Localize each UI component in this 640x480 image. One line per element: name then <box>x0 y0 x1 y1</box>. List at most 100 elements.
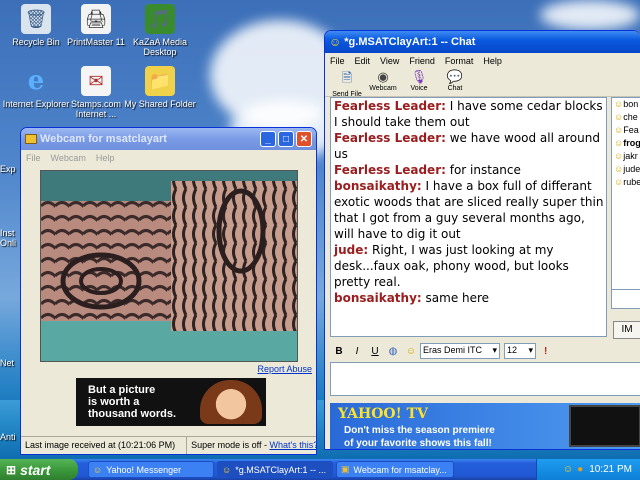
user-list-item[interactable]: ☺rube <box>612 176 640 189</box>
task-webcam[interactable]: ▣ Webcam for msatclay... <box>336 461 454 478</box>
desktop-icon-label: My Shared Folder <box>124 99 196 109</box>
webcam-titlebar[interactable]: Webcam for msatclayart _ □ ✕ <box>21 128 316 150</box>
desktop-edge-label: Net <box>0 358 15 368</box>
underline-button[interactable]: U <box>366 346 384 357</box>
message-sender: Fearless Leader: <box>334 163 446 177</box>
ad-brand: YAHOO! TV <box>338 406 428 422</box>
desktop-icon-label: Stamps.com Internet ... <box>70 99 121 119</box>
menu-help[interactable]: Help <box>91 153 120 163</box>
task-label: Yahoo! Messenger <box>106 464 182 475</box>
desktop-edge-label: Onli <box>0 238 17 248</box>
chat-messages-pane[interactable]: Fearless Leader: I have some cedar block… <box>330 97 607 337</box>
message-text: Right, I was just looking at my desk...f… <box>334 243 569 289</box>
size-select[interactable]: 12 ▾ <box>504 343 536 359</box>
whats-this-link[interactable]: What's this? <box>270 440 317 450</box>
yahoo-smiley-icon: ☺ <box>93 464 103 475</box>
desktop-icon-kazaa[interactable]: 🎵 KaZaA Media Desktop <box>124 4 196 57</box>
chat-title: *g.MSATClayArt:1 -- Chat <box>344 36 476 48</box>
send-file-icon: 🗎 <box>341 70 353 85</box>
desktop-icon-shared-folder[interactable]: 📁 My Shared Folder <box>124 66 196 109</box>
chat-window[interactable]: ☺ *g.MSATClayArt:1 -- Chat File Edit Vie… <box>324 30 640 450</box>
internet-explorer-icon: e <box>27 66 45 96</box>
bold-button[interactable]: B <box>330 346 348 357</box>
maximize-button[interactable]: □ <box>278 131 294 147</box>
yahoo-tray-icon[interactable]: ☺ <box>563 464 573 475</box>
emoticon-icon[interactable]: ☺ <box>402 346 420 357</box>
user-list-item[interactable]: ☺che <box>612 111 640 124</box>
menu-file[interactable]: File <box>21 153 46 163</box>
user-list-item[interactable]: ☺jude <box>612 163 640 176</box>
font-select[interactable]: Eras Demi ITC ▾ <box>420 343 500 359</box>
menu-view[interactable]: View <box>375 56 404 66</box>
font-value: Eras Demi ITC <box>423 345 483 355</box>
task-chat[interactable]: ☺ *g.MSATClayArt:1 -- ... <box>217 461 333 478</box>
yahoo-tv-ad[interactable]: YAHOO! TV Don't miss the season premiere… <box>330 403 640 449</box>
task-label: Webcam for msatclay... <box>353 464 447 475</box>
chat-button[interactable]: 💬 Chat <box>437 69 473 96</box>
tray-icon[interactable]: ● <box>577 464 583 475</box>
buzz-icon[interactable]: ! <box>544 346 547 357</box>
user-name: jakr <box>623 151 638 161</box>
task-yahoo-messenger[interactable]: ☺ Yahoo! Messenger <box>88 461 214 478</box>
start-button[interactable]: ⊞ start <box>0 459 78 480</box>
chat-message: bonsaikathy: I have a box full of differ… <box>334 178 604 242</box>
toolbar-label: Webcam <box>369 85 397 92</box>
report-abuse-link[interactable]: Report Abuse <box>257 364 312 374</box>
user-name: Fea <box>623 125 639 135</box>
send-file-button[interactable]: 🗎 Send File <box>329 69 365 98</box>
menu-help[interactable]: Help <box>478 56 507 66</box>
voice-icon: 🎙 <box>410 69 428 84</box>
webcam-menubar: File Webcam Help <box>21 150 316 166</box>
user-list-item[interactable]: ☺bon <box>612 98 640 111</box>
kazaa-icon: 🎵 <box>145 4 175 34</box>
chevron-down-icon: ▾ <box>528 345 533 355</box>
webcam-app-icon <box>25 134 37 144</box>
webcam-app-icon: ▣ <box>341 464 350 474</box>
chat-menubar: File Edit View Friend Format Help <box>325 53 640 69</box>
message-text: same here <box>421 291 490 305</box>
chat-message: bonsaikathy: same here <box>334 290 604 306</box>
system-tray: ☺ ● 10:21 PM <box>536 459 640 480</box>
user-list-item[interactable]: ☺frog <box>612 137 640 150</box>
chat-titlebar[interactable]: ☺ *g.MSATClayArt:1 -- Chat <box>325 31 640 53</box>
close-button[interactable]: ✕ <box>296 131 312 147</box>
webcam-ad-banner[interactable]: But a picture is worth a thousand words. <box>76 378 266 426</box>
stamps-icon: ✉ <box>81 66 111 96</box>
chat-message: Fearless Leader: I have some cedar block… <box>334 98 604 130</box>
italic-button[interactable]: I <box>348 346 366 357</box>
desktop-icon-printmaster[interactable]: 🖨 PrintMaster 11 <box>60 4 132 47</box>
desktop-icon-stamps[interactable]: ✉ Stamps.com Internet ... <box>60 66 132 119</box>
color-picker-icon[interactable]: ◍ <box>384 346 402 357</box>
menu-file[interactable]: File <box>325 56 350 66</box>
clock[interactable]: 10:21 PM <box>589 464 632 475</box>
user-smiley-icon: ☺ <box>614 112 624 122</box>
user-name: rube <box>623 177 640 187</box>
webcam-button[interactable]: ◉ Webcam <box>365 69 401 96</box>
chat-user-list[interactable]: ☺bon ☺che ☺Fea ☺frog ☺jakr ☺jude ☺rube <box>611 97 640 297</box>
ad-line: Don't miss the season premiere <box>344 425 495 436</box>
minimize-button[interactable]: _ <box>260 131 276 147</box>
user-smiley-icon: ☺ <box>614 177 624 187</box>
webcam-image <box>40 170 298 362</box>
voice-button[interactable]: 🎙 Voice <box>401 69 437 96</box>
menu-edit[interactable]: Edit <box>350 56 376 66</box>
message-sender: bonsaikathy: <box>334 179 422 193</box>
users: ☺bon ☺che ☺Fea ☺frog ☺jakr ☺jude ☺rube <box>612 98 640 189</box>
ad-line: of your favorite shows this fall! <box>344 438 492 449</box>
im-button[interactable]: IM <box>613 321 640 339</box>
chat-message: Fearless Leader: we have wood all around… <box>334 130 604 162</box>
recycle-bin-icon: 🗑 <box>21 4 51 34</box>
chevron-down-icon: ▾ <box>492 345 497 355</box>
user-list-hscroll[interactable] <box>611 289 640 309</box>
menu-webcam[interactable]: Webcam <box>46 153 91 163</box>
webcam-window[interactable]: Webcam for msatclayart _ □ ✕ File Webcam… <box>20 127 317 455</box>
chat-input[interactable] <box>330 362 640 396</box>
message-sender: Fearless Leader: <box>334 131 446 145</box>
user-smiley-icon: ☺ <box>614 164 624 174</box>
menu-format[interactable]: Format <box>440 56 479 66</box>
user-smiley-icon: ☺ <box>614 151 624 161</box>
user-list-item[interactable]: ☺jakr <box>612 150 640 163</box>
menu-friend[interactable]: Friend <box>404 56 440 66</box>
user-list-item[interactable]: ☺Fea <box>612 124 640 137</box>
chat-toolbar: 🗎 Send File ◉ Webcam 🎙 Voice 💬 Chat <box>325 69 640 98</box>
